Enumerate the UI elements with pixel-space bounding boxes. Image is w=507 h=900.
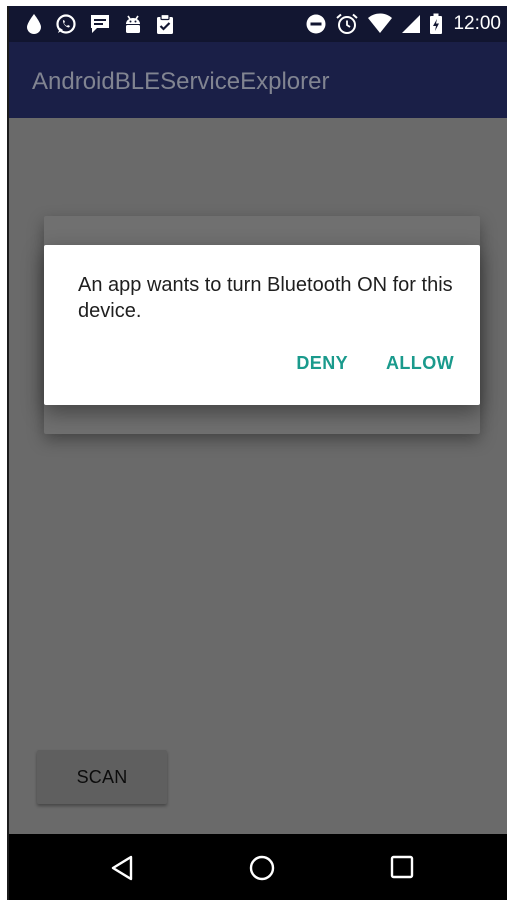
home-button[interactable] xyxy=(248,854,276,882)
message-icon xyxy=(89,13,111,35)
status-time: 12:00 xyxy=(453,13,501,34)
deny-button[interactable]: DENY xyxy=(296,353,348,374)
notification-icons xyxy=(25,12,175,36)
scan-button[interactable]: SCAN xyxy=(37,750,167,804)
bluetooth-permission-dialog: An app wants to turn Bluetooth ON for th… xyxy=(44,245,480,405)
recents-icon xyxy=(389,854,417,880)
dialog-message: An app wants to turn Bluetooth ON for th… xyxy=(78,274,453,322)
recents-button[interactable] xyxy=(389,854,417,882)
water-drop-icon xyxy=(25,13,43,35)
app-bar: AndroidBLEServiceExplorer xyxy=(9,42,507,118)
navigation-bar xyxy=(9,834,507,900)
alarm-icon xyxy=(335,13,359,35)
wifi-icon xyxy=(367,13,393,35)
app-title: AndroidBLEServiceExplorer xyxy=(32,68,330,95)
system-icons: 12:00 xyxy=(305,12,501,36)
signal-icon xyxy=(401,13,421,35)
whatsapp-icon xyxy=(55,13,77,35)
allow-button[interactable]: ALLOW xyxy=(386,353,454,374)
clipboard-check-icon xyxy=(155,13,175,35)
do-not-disturb-icon xyxy=(305,13,327,35)
status-bar: 12:00 xyxy=(9,6,507,42)
back-button[interactable] xyxy=(109,854,137,882)
phone-screen: 12:00 AndroidBLEServiceExplorer SCAN An … xyxy=(7,6,507,900)
battery-charging-icon xyxy=(429,13,443,35)
dialog-actions: DENY ALLOW xyxy=(296,353,454,374)
home-icon xyxy=(248,854,276,882)
back-icon xyxy=(109,854,137,882)
android-icon xyxy=(123,13,143,35)
